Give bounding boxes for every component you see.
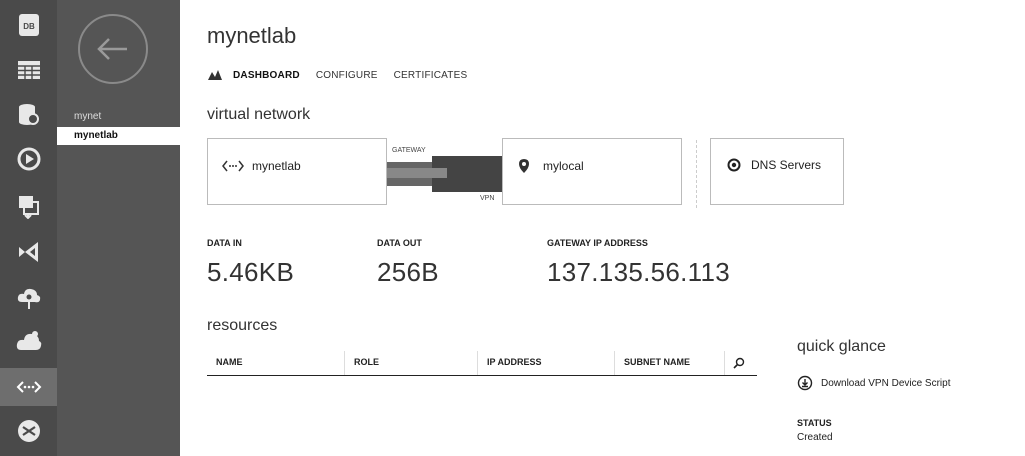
service-bus-icon — [18, 196, 39, 219]
virtual-network-small-icon — [222, 160, 244, 172]
media-services-icon — [17, 147, 40, 171]
quick-glance-heading: quick glance — [797, 338, 886, 355]
main-content: mynetlab DASHBOARD CONFIGURE CERTIFICATE… — [180, 0, 1025, 456]
visual-studio-nav[interactable] — [0, 233, 57, 271]
svg-text:DB: DB — [23, 22, 35, 31]
sql-database-nav[interactable]: DB — [0, 6, 57, 44]
resources-table-header: NAME ROLE IP ADDRESS SUBNET NAME — [207, 351, 757, 376]
download-vpn-script-label: Download VPN Device Script — [821, 377, 951, 389]
column-subnet-name[interactable]: SUBNET NAME — [624, 357, 690, 367]
virtual-network-heading: virtual network — [207, 106, 311, 123]
virtual-network-icon — [16, 381, 41, 393]
search-icon[interactable] — [733, 356, 745, 374]
tab-bar: DASHBOARD CONFIGURE CERTIFICATES — [207, 69, 483, 81]
sidebar-item-mynetlab[interactable]: mynetlab — [57, 127, 180, 145]
traffic-manager-icon — [17, 420, 40, 442]
sidebar-item-mynet[interactable]: mynet — [57, 108, 180, 126]
resources-heading: resources — [207, 317, 278, 334]
sql-database-icon: DB — [18, 14, 39, 36]
cloud-services-icon — [16, 331, 41, 350]
storage-grid-icon — [17, 61, 40, 79]
column-ip-address[interactable]: IP ADDRESS — [487, 357, 542, 367]
media-services-nav[interactable] — [0, 140, 57, 178]
cloud-services-nav[interactable] — [0, 322, 57, 360]
download-vpn-script-link[interactable]: Download VPN Device Script — [797, 375, 951, 391]
service-rail: DB — [0, 0, 57, 456]
resource-sidebar: mynet mynetlab — [57, 0, 180, 456]
network-box-label: mynetlab — [252, 159, 301, 173]
back-arrow-icon — [97, 38, 127, 60]
gateway-connection: GATEWAY VPN — [387, 138, 502, 205]
data-in-label: DATA IN — [207, 238, 242, 248]
database-settings-icon — [18, 104, 39, 125]
service-bus-nav[interactable] — [0, 187, 57, 225]
virtual-network-box[interactable]: mynetlab — [207, 138, 387, 205]
gateway-ip-label: GATEWAY IP ADDRESS — [547, 238, 648, 248]
back-button[interactable] — [78, 14, 148, 84]
vpn-label: VPN — [480, 195, 495, 202]
status-label: STATUS — [797, 418, 832, 428]
download-icon — [797, 375, 813, 391]
dns-target-icon — [727, 158, 741, 172]
storage-nav[interactable] — [0, 51, 57, 89]
location-pin-icon — [519, 159, 529, 173]
tab-certificates[interactable]: CERTIFICATES — [394, 70, 468, 81]
column-name[interactable]: NAME — [216, 357, 243, 367]
status-value: Created — [797, 432, 833, 443]
gateway-label: GATEWAY — [392, 147, 426, 154]
cloud-network-nav[interactable] — [0, 279, 57, 317]
database-settings-nav[interactable] — [0, 96, 57, 134]
data-out-label: DATA OUT — [377, 238, 422, 248]
dns-servers-box[interactable]: DNS Servers — [710, 138, 844, 205]
cloud-network-icon — [17, 288, 40, 309]
dashboard-icon — [207, 69, 223, 81]
visual-studio-icon — [18, 242, 38, 262]
tab-configure[interactable]: CONFIGURE — [316, 70, 378, 81]
page-title: mynetlab — [207, 23, 297, 48]
local-network-label: mylocal — [543, 159, 584, 173]
virtual-network-nav[interactable] — [0, 368, 57, 406]
local-network-box[interactable]: mylocal — [502, 138, 682, 205]
gateway-ip-value: 137.135.56.113 — [547, 257, 731, 287]
divider — [696, 140, 697, 208]
tab-dashboard[interactable]: DASHBOARD — [233, 70, 300, 81]
column-role[interactable]: ROLE — [354, 357, 379, 367]
data-out-value: 256B — [377, 257, 439, 287]
dns-servers-label: DNS Servers — [751, 158, 822, 172]
data-in-value: 5.46KB — [207, 257, 295, 287]
traffic-manager-nav[interactable] — [0, 412, 57, 450]
